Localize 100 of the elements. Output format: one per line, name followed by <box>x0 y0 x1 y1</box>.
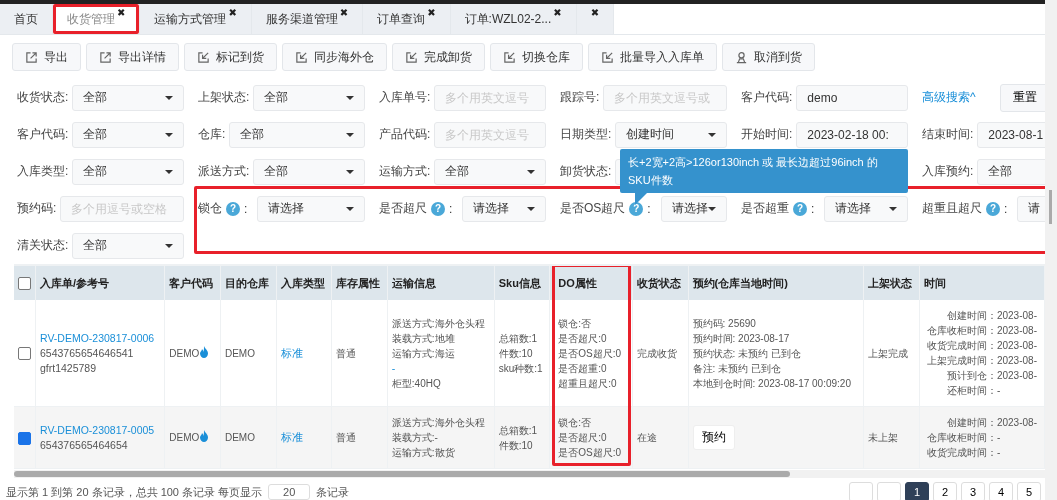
scrollbar-thumb[interactable] <box>1049 190 1052 224</box>
transport-line[interactable]: - <box>391 360 490 376</box>
time-value: 2023-08- <box>996 339 1038 353</box>
export-icon <box>99 50 112 64</box>
sku-line: 件数:10 <box>498 438 534 453</box>
table-cell: 在途 <box>632 406 689 469</box>
select-field[interactable]: 全部 <box>72 84 184 111</box>
checkbox[interactable] <box>18 431 31 445</box>
select-field[interactable]: 全部 <box>253 158 365 185</box>
page-size-select[interactable]: 20 <box>268 484 311 500</box>
booking-line: 备注: 未预约 已到仓 <box>692 361 782 376</box>
toolbar-button[interactable]: 取消到货 <box>722 43 815 71</box>
type-link[interactable]: 标准 <box>280 346 303 359</box>
column-header: 库存属性 <box>336 276 381 289</box>
scrollbar-thumb[interactable] <box>14 471 790 477</box>
time-label: 创建时间： <box>945 309 997 323</box>
close-icon[interactable]: ✖ <box>553 7 562 18</box>
select-field[interactable]: 全部 <box>434 158 546 185</box>
page-button[interactable]: 3 <box>961 482 985 500</box>
booking-button[interactable]: 预约 <box>692 425 735 450</box>
table-cell: DEMO <box>220 406 277 469</box>
column-header: 入库单/参考号 <box>40 276 110 289</box>
tab[interactable]: ✖ <box>576 4 615 34</box>
time-value: - <box>996 431 1002 445</box>
checkbox[interactable] <box>18 347 31 361</box>
time-label: 收货完成时间： <box>925 339 997 353</box>
input-field[interactable]: 2023-02-18 00: <box>796 121 908 148</box>
tab[interactable]: 收货管理 ✖ <box>53 4 141 34</box>
checkbox[interactable] <box>18 276 31 290</box>
reset-button[interactable]: 重置 <box>999 83 1045 112</box>
table-cell: DEMO <box>220 300 277 407</box>
page-button[interactable]: 2 <box>933 482 957 500</box>
select-field[interactable]: 全部 <box>229 121 365 148</box>
field-label: 收货状态: <box>17 89 69 106</box>
field-label: 是否OS超尺 <box>560 200 626 217</box>
advanced-search-link[interactable]: 高级搜索^ <box>922 89 976 106</box>
select-field[interactable]: 请 <box>1017 195 1045 222</box>
select-field[interactable]: 全部 <box>72 121 184 148</box>
transport-line: 柜型:40HQ <box>391 376 442 391</box>
time-value: - <box>996 384 1002 398</box>
page-button[interactable]: 1 <box>905 482 929 500</box>
select-field[interactable]: 创建时间 <box>615 121 727 148</box>
select-field[interactable]: 请选择 <box>257 195 365 222</box>
tab[interactable]: 服务渠道管理 ✖ <box>251 4 364 34</box>
field-label: 上架状态: <box>198 89 250 106</box>
sku-line: sku种数:1 <box>498 361 544 376</box>
field-label: 结束时间: <box>922 126 974 143</box>
close-icon[interactable]: ✖ <box>590 7 600 18</box>
page-button[interactable]: 5 <box>1017 482 1041 500</box>
close-icon[interactable]: ✖ <box>339 7 349 18</box>
input-field[interactable]: demo <box>796 84 908 111</box>
select-field[interactable]: 全部 <box>977 158 1045 185</box>
transport-line: 装载方式:- <box>391 431 439 445</box>
toolbar-button[interactable]: 完成卸货 <box>392 43 485 71</box>
reference-number: 654376565464654 <box>40 437 129 453</box>
column-header: Sku信息 <box>498 276 541 289</box>
select-field[interactable]: 请选择 <box>824 195 908 222</box>
page-button[interactable]: 4 <box>989 482 1013 500</box>
transport-line: 运输方式:散货 <box>391 446 456 460</box>
time-value: 2023-08- <box>996 354 1038 368</box>
toolbar-button[interactable]: 标记到货 <box>184 43 277 71</box>
do-attribute-line: 是否OS超尺:0 <box>558 346 622 361</box>
tab[interactable]: 首页 <box>0 4 53 34</box>
toolbar-button[interactable]: 导出详情 <box>86 43 179 71</box>
field-label: 锁仓 <box>198 200 222 217</box>
booking-line: 预约码: 25690 <box>692 316 757 331</box>
colon-label: : <box>449 201 453 216</box>
field-label: 派送方式: <box>198 163 250 180</box>
select-field[interactable]: 全部 <box>72 232 184 259</box>
transport-line: 派送方式:海外仓头程 <box>391 316 486 331</box>
tab[interactable]: 订单:WZL02-2... ✖ <box>450 4 577 34</box>
close-icon[interactable]: ✖ <box>117 7 126 18</box>
select-field[interactable]: 请选择 <box>462 195 546 222</box>
reference-number: 6543765654646541 <box>40 345 135 361</box>
toolbar-button[interactable]: 切换仓库 <box>490 43 583 71</box>
field-label: 入库单号: <box>379 89 431 106</box>
close-icon[interactable]: ✖ <box>427 7 436 18</box>
input-field[interactable]: 2023-08-1 <box>977 121 1045 148</box>
transport-line: 派送方式:海外仓头程 <box>391 416 486 430</box>
tab[interactable]: 运输方式管理 ✖ <box>140 4 252 34</box>
select-field[interactable]: 全部 <box>72 158 184 185</box>
close-icon[interactable]: ✖ <box>228 7 237 18</box>
page-button[interactable] <box>877 482 901 500</box>
import-icon <box>503 50 516 64</box>
time-value: 2023-08- <box>996 369 1038 383</box>
select-field[interactable]: 请选择 <box>660 195 727 222</box>
toolbar-button[interactable]: 批量导入入库单 <box>588 43 717 71</box>
tab[interactable]: 订单查询 ✖ <box>363 4 451 34</box>
tooltip: 长+2宽+2高>126or130inch 或 最长边超过96inch 的SKU件数 <box>620 148 908 193</box>
colon-label: : <box>647 201 651 216</box>
export-icon <box>25 50 38 64</box>
import-icon <box>601 50 614 64</box>
page-button[interactable] <box>849 482 873 500</box>
toolbar-button[interactable]: 导出 <box>12 43 81 71</box>
select-field[interactable]: 全部 <box>253 84 365 111</box>
do-attribute-line: 锁仓:否 <box>558 416 592 430</box>
toolbar-button[interactable]: 同步海外仓 <box>282 43 387 71</box>
time-label: 还柜时间： <box>945 384 997 398</box>
order-link[interactable]: RV-DEMO-230817-0006 <box>40 330 161 346</box>
import-icon <box>295 50 308 64</box>
